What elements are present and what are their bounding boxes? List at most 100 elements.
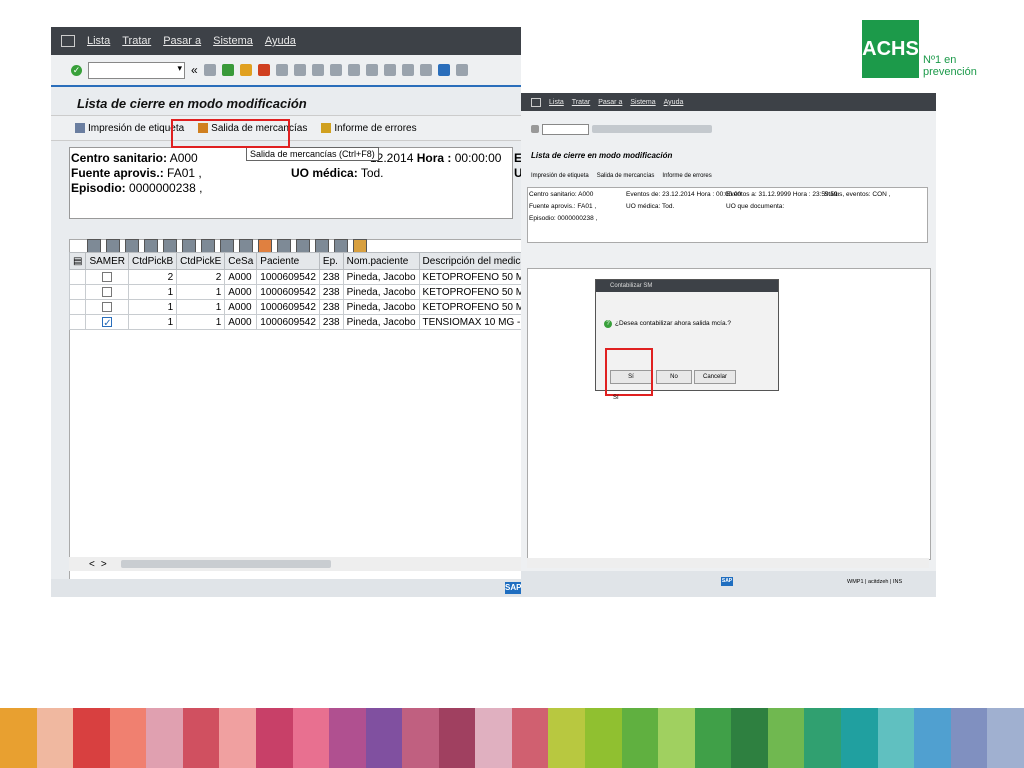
- find-icon[interactable]: [293, 64, 306, 76]
- find-icon[interactable]: [182, 239, 196, 253]
- back-icon[interactable]: [221, 64, 234, 76]
- help-icon[interactable]: [437, 64, 450, 76]
- col-ctdpicke[interactable]: CtdPickE: [176, 252, 226, 270]
- row-selector[interactable]: [68, 284, 87, 300]
- menu-sistema[interactable]: Sistema: [630, 99, 655, 106]
- cell-ep: 238: [318, 284, 344, 300]
- col-samer[interactable]: SAMER: [85, 252, 130, 270]
- error-report-button[interactable]: Informe de errores: [662, 173, 711, 179]
- select-layout-icon[interactable]: [334, 239, 348, 253]
- layout-icon[interactable]: [315, 239, 329, 253]
- menu-ayuda[interactable]: Ayuda: [265, 35, 296, 47]
- menu-lista[interactable]: Lista: [549, 99, 564, 106]
- find-next-icon[interactable]: [201, 239, 215, 253]
- horizontal-scrollbar[interactable]: [527, 558, 929, 568]
- exit-icon[interactable]: [239, 64, 252, 76]
- print-label-button[interactable]: Impresión de etiqueta: [531, 173, 589, 179]
- menu-lista[interactable]: Lista: [87, 35, 110, 47]
- menu-icon[interactable]: [61, 35, 75, 47]
- hora-label: Hora :: [416, 151, 452, 165]
- row-selector[interactable]: [68, 299, 87, 315]
- samer-checkbox-cell[interactable]: [85, 269, 130, 285]
- row-selector[interactable]: [68, 314, 87, 330]
- first-page-icon[interactable]: [329, 64, 342, 76]
- samer-checkbox[interactable]: [102, 271, 113, 282]
- chevron-down-icon[interactable]: ▾: [177, 63, 182, 74]
- subtotal-icon[interactable]: [258, 239, 272, 253]
- sap-window-right: Lista Tratar Pasar a Sistema Ayuda Lista…: [521, 93, 936, 597]
- centro-label: Centro sanitario:: [71, 151, 168, 165]
- uo-label: UO médica:: [291, 166, 358, 180]
- stripe: [109, 708, 147, 768]
- export-icon[interactable]: [296, 239, 310, 253]
- cell-ep: 238: [318, 314, 344, 330]
- info-icon[interactable]: [353, 239, 367, 253]
- edit-icon[interactable]: [125, 239, 139, 253]
- dialog-question: ¿Desea contabilizar ahora salida mcía.?: [615, 320, 731, 327]
- col-nompaciente[interactable]: Nom.paciente: [342, 252, 420, 270]
- new-session-icon[interactable]: [401, 64, 414, 76]
- menu-pasar-a[interactable]: Pasar a: [163, 35, 201, 47]
- cancel-icon[interactable]: [257, 64, 270, 76]
- stripe: [329, 708, 366, 768]
- details-icon[interactable]: [87, 239, 101, 253]
- samer-checkbox-checked[interactable]: ✓: [102, 316, 113, 329]
- enter-check-icon[interactable]: ✓: [71, 64, 82, 76]
- col-descripcion[interactable]: Descripción del medicamento: [418, 252, 521, 270]
- save-icon[interactable]: [203, 64, 216, 76]
- layout-icon[interactable]: [455, 64, 468, 76]
- prev-page-icon[interactable]: [347, 64, 360, 76]
- collapse-icon[interactable]: «: [191, 63, 198, 77]
- menu-tratar[interactable]: Tratar: [572, 99, 590, 106]
- horizontal-scrollbar[interactable]: < >: [69, 557, 521, 571]
- sum-icon[interactable]: [239, 239, 253, 253]
- enter-check-icon[interactable]: [531, 125, 539, 133]
- col-ctdpickb[interactable]: CtdPickB: [128, 252, 178, 270]
- scroll-left-icon[interactable]: <: [89, 559, 95, 570]
- col-cesa[interactable]: CeSa: [224, 252, 258, 270]
- error-report-button[interactable]: Informe de errores: [321, 123, 417, 134]
- col-paciente[interactable]: Paciente: [256, 252, 320, 270]
- shortcut-icon[interactable]: [419, 64, 432, 76]
- cancel-button[interactable]: Cancelar: [694, 370, 736, 384]
- no-button[interactable]: No: [656, 370, 692, 384]
- table-row[interactable]: 1 1 A000 1000609542 238 Pineda, Jacobo K…: [68, 284, 521, 300]
- print-icon[interactable]: [275, 64, 288, 76]
- find-next-icon[interactable]: [311, 64, 324, 76]
- menu-pasar-a[interactable]: Pasar a: [598, 99, 622, 106]
- print-icon[interactable]: [277, 239, 291, 253]
- sort-desc-icon[interactable]: [163, 239, 177, 253]
- table-row[interactable]: 2 2 A000 1000609542 238 Pineda, Jacobo K…: [68, 269, 521, 285]
- samer-checkbox-cell[interactable]: ✓: [85, 314, 130, 330]
- menu-ayuda[interactable]: Ayuda: [664, 99, 684, 106]
- menu-sistema[interactable]: Sistema: [213, 35, 253, 47]
- samer-checkbox-cell[interactable]: [85, 299, 130, 315]
- menu-icon[interactable]: [531, 97, 541, 107]
- table-row[interactable]: ✓ 1 1 A000 1000609542 238 Pineda, Jacobo…: [68, 314, 521, 330]
- menu-tratar[interactable]: Tratar: [122, 35, 151, 47]
- goods-issue-button[interactable]: Salida de mercancías: [597, 173, 655, 179]
- select-all-column[interactable]: ▤: [68, 252, 87, 270]
- scroll-right-icon[interactable]: >: [101, 559, 107, 570]
- cell-ctdpicke: 1: [176, 299, 226, 315]
- status-text: Status, eventos: CON ,: [824, 191, 891, 198]
- last-page-icon[interactable]: [383, 64, 396, 76]
- print-label-button[interactable]: Impresión de etiqueta: [75, 123, 184, 134]
- stripe: [438, 708, 476, 768]
- samer-checkbox[interactable]: [102, 286, 113, 297]
- samer-checkbox[interactable]: [102, 301, 113, 312]
- col-ep[interactable]: Ep.: [318, 252, 344, 270]
- command-field[interactable]: [542, 123, 589, 135]
- filter-icon[interactable]: [220, 239, 234, 253]
- samer-checkbox-cell[interactable]: [85, 284, 130, 300]
- scroll-thumb[interactable]: [120, 560, 331, 568]
- sort-asc-icon[interactable]: [144, 239, 158, 253]
- cell-nompaciente: Pineda, Jacobo: [342, 284, 420, 300]
- row-selector[interactable]: [68, 269, 87, 285]
- highlight-goods-issue: [171, 119, 290, 148]
- command-field[interactable]: ▾: [88, 61, 185, 79]
- table-row[interactable]: 1 1 A000 1000609542 238 Pineda, Jacobo K…: [68, 299, 521, 315]
- refresh-icon[interactable]: [106, 239, 120, 253]
- next-page-icon[interactable]: [365, 64, 378, 76]
- toolbar-icons[interactable]: [592, 125, 712, 133]
